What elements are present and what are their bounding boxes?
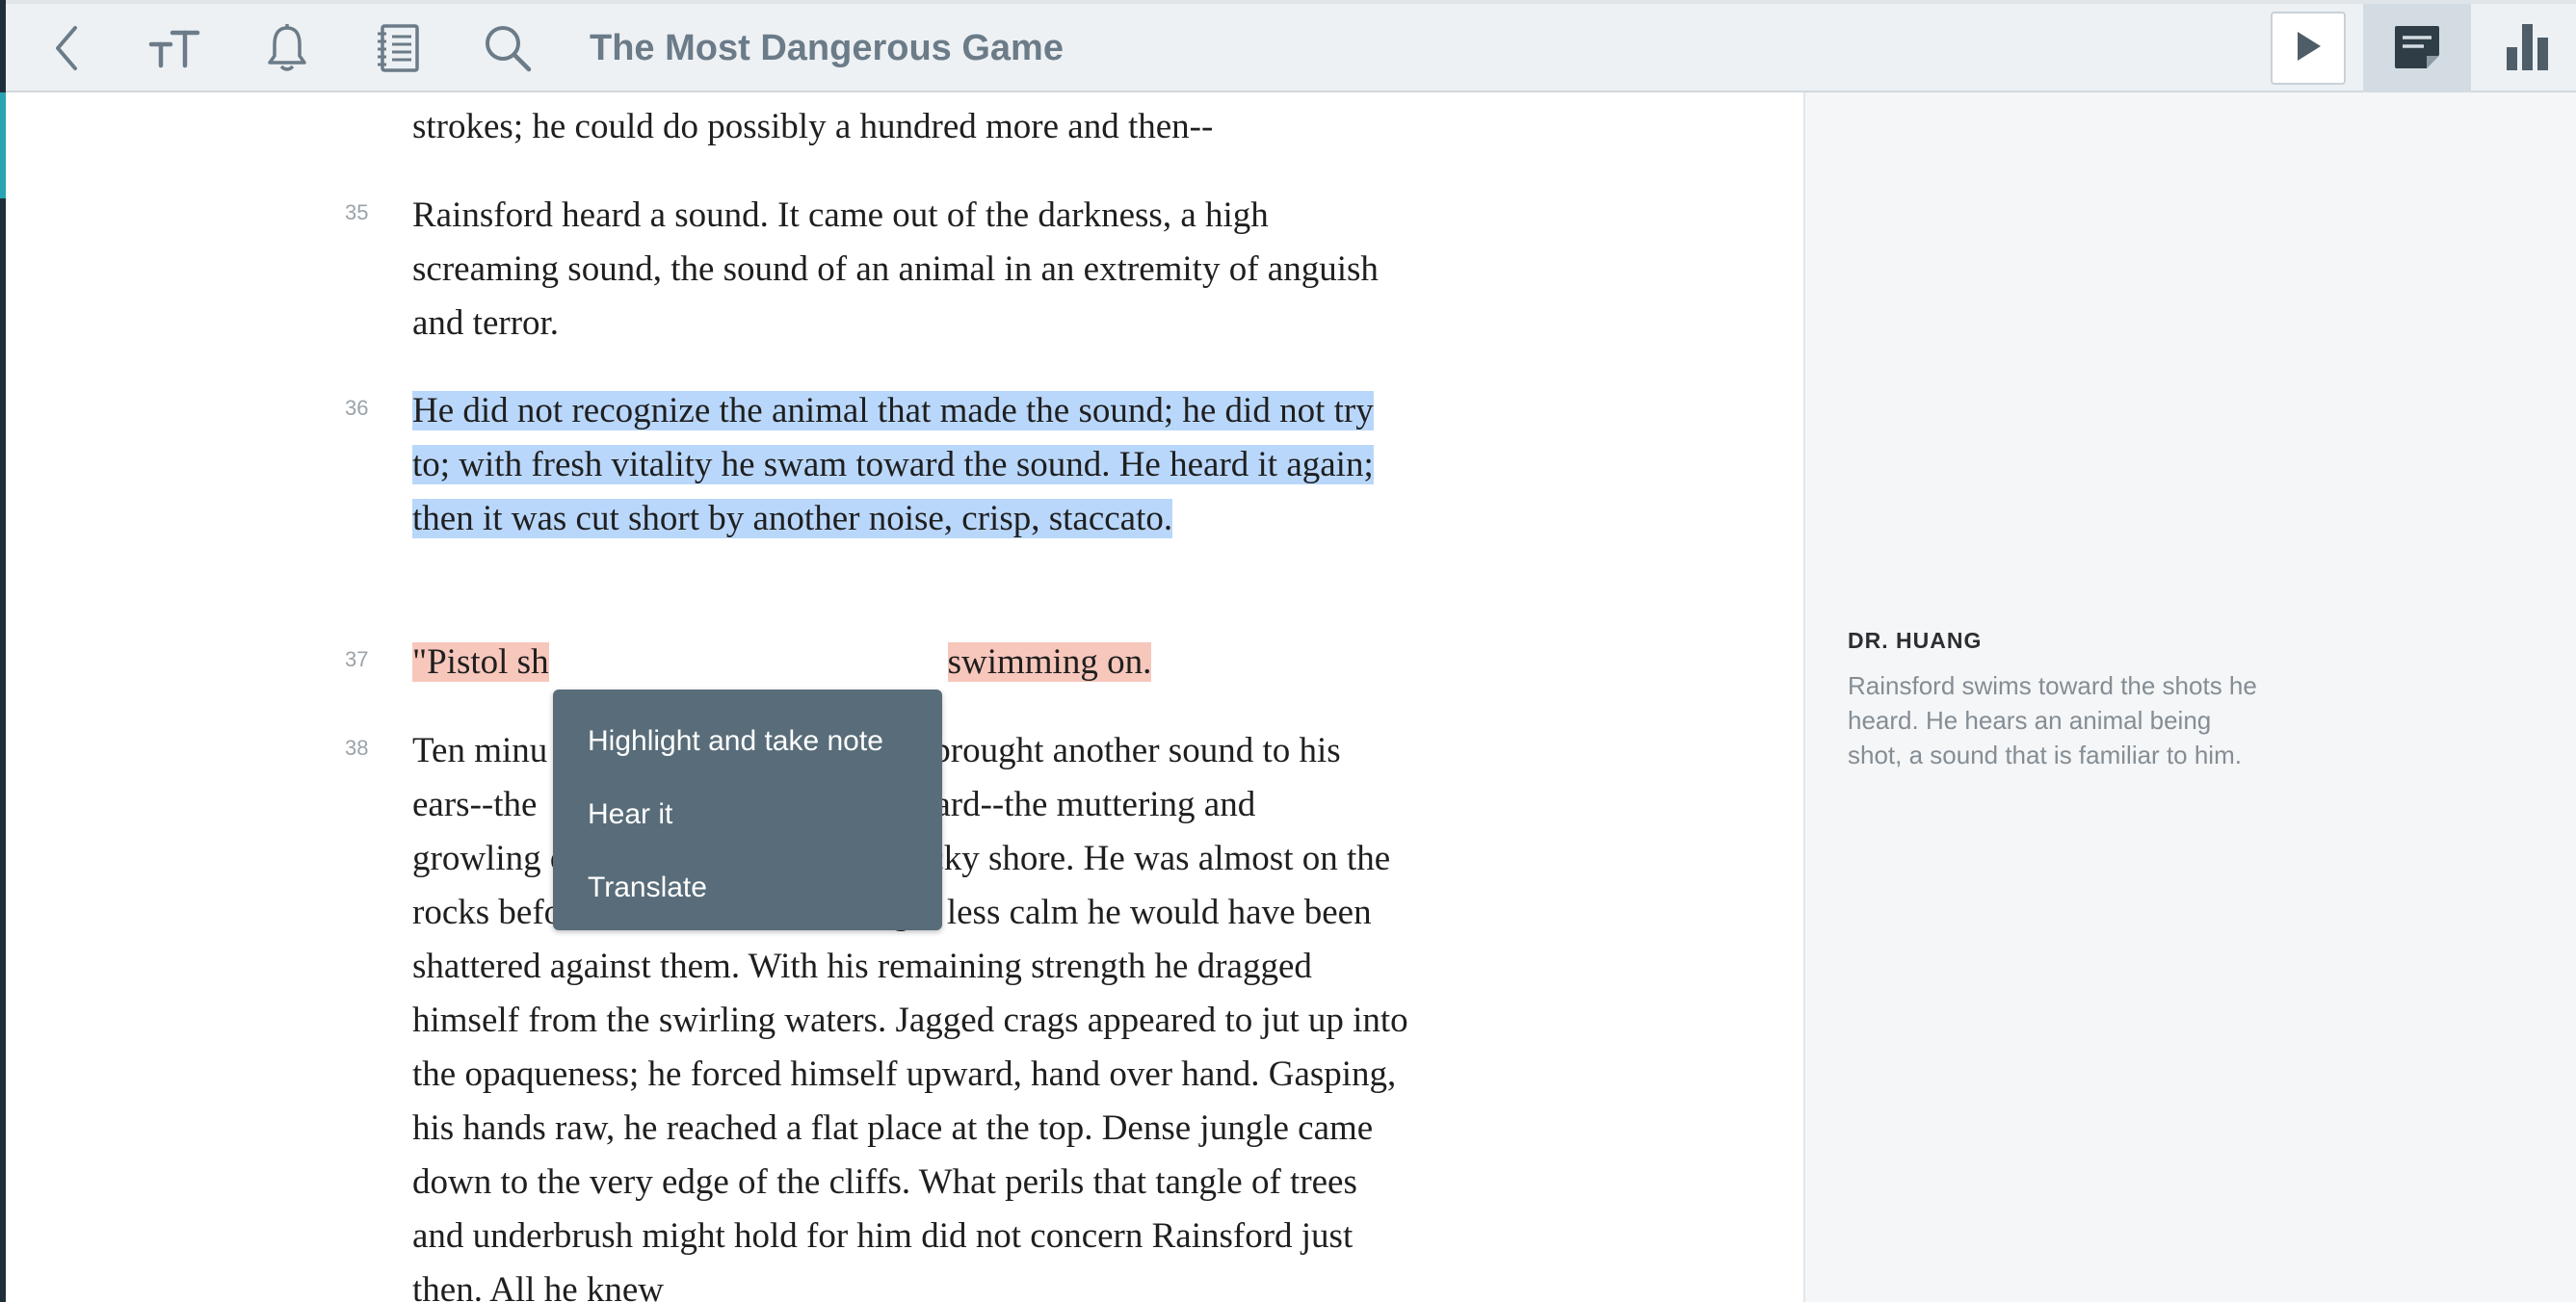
bar-chart-icon [2505, 22, 2551, 77]
line-fragment: ears--the [412, 785, 538, 824]
line-number: 37 [345, 647, 369, 671]
selection-context-menu: Highlight and take note Hear it Translat… [553, 690, 942, 930]
line-number: 36 [345, 396, 369, 420]
highlight-salmon-start[interactable]: "Pistol sh [412, 642, 549, 682]
menu-item-translate[interactable]: Translate [553, 857, 942, 930]
play-button[interactable] [2271, 12, 2346, 85]
notes-icon [2392, 24, 2442, 75]
note-text[interactable]: Rainsford swims toward the shots he hear… [1848, 668, 2272, 772]
notes-toggle-button[interactable] [2363, 4, 2471, 94]
line-number: 38 [345, 736, 369, 760]
paragraph-34-tail: strokes; he could do possibly a hundred … [412, 107, 1214, 146]
stats-button[interactable] [2473, 4, 2576, 94]
line-fragment: brought another sound to his [933, 731, 1341, 770]
paragraph-37[interactable]: "Pistol sh swimming on. [412, 636, 1414, 690]
paragraph-35[interactable]: Rainsford heard a sound. It came out of … [412, 189, 1414, 351]
bell-icon[interactable] [258, 4, 316, 92]
notes-sidebar: DR. HUANG Rainsford swims toward the sho… [1803, 92, 2576, 1302]
toolbar: The Most Dangerous Game [6, 0, 2576, 94]
highlight-salmon-end[interactable]: swimming on. [947, 642, 1152, 682]
back-chevron-icon[interactable] [35, 4, 98, 92]
selected-text-highlight[interactable]: He did not recognize the animal that mad… [412, 391, 1374, 538]
line-fragment: Ten minu [412, 731, 548, 770]
notebook-icon[interactable] [366, 4, 430, 92]
menu-item-hear-it[interactable]: Hear it [553, 784, 942, 857]
paragraph-36[interactable]: He did not recognize the animal that mad… [412, 384, 1414, 546]
note-author: DR. HUANG [1848, 628, 1983, 653]
search-icon[interactable] [476, 4, 539, 92]
reading-pane: strokes; he could do possibly a hundred … [6, 92, 1803, 1302]
play-icon [2294, 30, 2323, 67]
line-number: 35 [345, 200, 369, 224]
book-title: The Most Dangerous Game [590, 28, 1064, 68]
text-size-icon[interactable] [141, 4, 208, 92]
menu-item-highlight-and-take-note[interactable]: Highlight and take note [553, 711, 942, 784]
